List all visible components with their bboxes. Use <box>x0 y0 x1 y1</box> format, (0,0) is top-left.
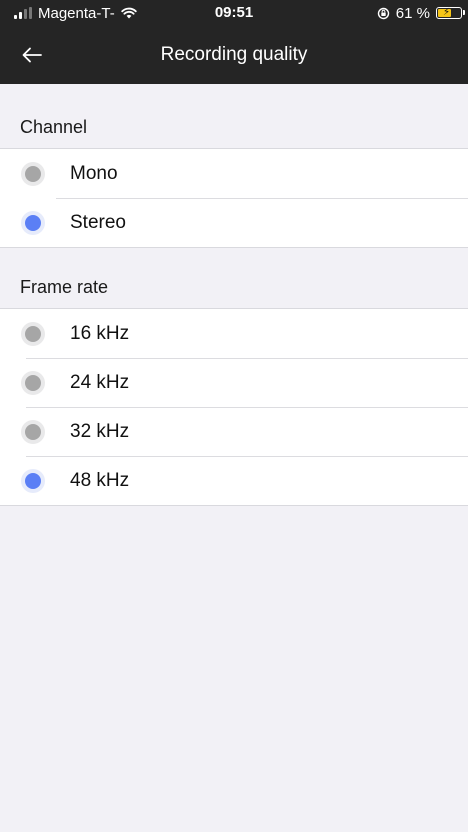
nav-bar: Recording quality <box>0 26 468 84</box>
frame-rate-option-32-khz[interactable]: 32 kHz <box>0 407 468 456</box>
app-header: Magenta-T- 09:51 61 % ⚡ Recording qualit… <box>0 0 468 84</box>
radio-selected-icon[interactable] <box>25 214 41 231</box>
settings-content: Channel Mono Stereo Frame rate 16 kHz 24 k… <box>0 84 468 506</box>
radio-selected-icon[interactable] <box>25 472 41 489</box>
radio-unselected-icon[interactable] <box>25 325 41 342</box>
battery-icon: ⚡ <box>436 7 465 19</box>
battery-percent: 61 % <box>395 4 430 22</box>
section-title-frame-rate: Frame rate <box>20 277 109 297</box>
radio-unselected-icon[interactable] <box>25 165 41 182</box>
frame-rate-options: 16 kHz 24 kHz 32 kHz 48 kHz <box>0 308 468 506</box>
frame-rate-option-48-khz[interactable]: 48 kHz <box>0 456 468 505</box>
option-label: 16 kHz <box>70 323 130 344</box>
option-label: 32 kHz <box>70 421 130 442</box>
rotation-lock-icon <box>377 7 389 19</box>
radio-unselected-icon[interactable] <box>25 423 41 440</box>
status-right: 61 % ⚡ <box>377 4 465 22</box>
option-label: 48 kHz <box>70 470 130 491</box>
status-bar: Magenta-T- 09:51 61 % ⚡ <box>0 0 468 26</box>
option-label: Stereo <box>70 212 126 233</box>
option-label: 24 kHz <box>70 372 130 393</box>
radio-unselected-icon[interactable] <box>25 374 41 391</box>
frame-rate-option-16-khz[interactable]: 16 kHz <box>0 309 468 358</box>
channel-option-mono[interactable]: Mono <box>0 149 468 198</box>
channel-options: Mono Stereo <box>0 148 468 248</box>
back-button[interactable] <box>14 40 50 70</box>
channel-option-stereo[interactable]: Stereo <box>0 198 468 247</box>
option-label: Mono <box>70 163 118 184</box>
frame-rate-option-24-khz[interactable]: 24 kHz <box>0 358 468 407</box>
arrow-left-icon <box>22 47 42 63</box>
section-title-channel: Channel <box>20 117 88 137</box>
page-title: Recording quality <box>160 44 308 65</box>
